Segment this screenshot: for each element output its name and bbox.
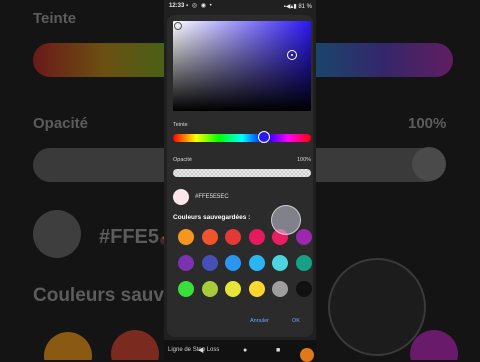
- navigation-bar: Ligne de Stop Loss ◀ ● ■: [164, 340, 316, 360]
- color-swatch[interactable]: [178, 255, 194, 271]
- color-preview: [173, 189, 189, 205]
- corner-marker: [174, 22, 182, 30]
- status-bar: 12:33 ▪ ◎ ◉ • ▪◀▴▮ 81 %: [164, 0, 316, 14]
- bottom-label: Ligne de Stop Loss: [168, 347, 220, 353]
- status-battery: ▪◀▴▮ 81 %: [283, 4, 312, 10]
- hue-label: Teinte: [173, 122, 188, 128]
- hue-slider[interactable]: [173, 134, 311, 142]
- status-time: 12:33: [169, 3, 185, 9]
- ok-button[interactable]: OK: [292, 318, 300, 324]
- saved-colors-title: Couleurs sauvegardées :: [173, 214, 251, 221]
- nav-home-icon[interactable]: ●: [243, 347, 247, 354]
- bg-opacity-value: 100%: [408, 115, 447, 132]
- hex-value[interactable]: #FFE5E5EC: [195, 194, 229, 200]
- color-swatch[interactable]: [296, 255, 312, 271]
- color-swatch[interactable]: [201, 255, 218, 271]
- color-swatch[interactable]: [248, 229, 265, 245]
- bg-touch-ring: [328, 258, 426, 356]
- color-swatch[interactable]: [178, 229, 194, 245]
- color-swatch[interactable]: [272, 281, 289, 297]
- color-swatch[interactable]: [248, 281, 265, 297]
- bg-opacity-knob: [412, 147, 446, 181]
- touch-indicator: [271, 205, 301, 235]
- opacity-label: Opacité: [173, 157, 192, 163]
- color-swatch[interactable]: [225, 255, 242, 271]
- nav-recents-icon[interactable]: ■: [276, 347, 280, 354]
- color-swatch[interactable]: [225, 281, 242, 297]
- color-swatch[interactable]: [272, 255, 289, 271]
- color-swatch[interactable]: [296, 229, 312, 245]
- nav-back-icon[interactable]: ◀: [198, 347, 203, 354]
- cancel-button[interactable]: Annuler: [250, 318, 269, 324]
- sv-cursor[interactable]: [287, 50, 297, 60]
- opacity-slider[interactable]: [173, 169, 311, 177]
- color-swatch[interactable]: [248, 255, 265, 271]
- opacity-value: 100%: [297, 157, 312, 163]
- hue-slider-knob[interactable]: [258, 131, 270, 143]
- color-swatch[interactable]: [225, 229, 242, 245]
- color-swatch[interactable]: [201, 229, 218, 245]
- saturation-value-area[interactable]: [173, 21, 311, 111]
- phone-screen: 12:33 ▪ ◎ ◉ • ▪◀▴▮ 81 % Teinte Opacité 1…: [164, 0, 316, 360]
- bg-swatch-red: [111, 330, 159, 360]
- bg-color-preview: [33, 210, 81, 258]
- color-picker-dialog: Teinte Opacité 100% #FFE5E5EC Couleurs s…: [167, 15, 313, 337]
- bg-saved-title: Couleurs sauv: [33, 285, 164, 306]
- color-swatch[interactable]: [178, 281, 194, 297]
- color-swatch[interactable]: [201, 281, 218, 297]
- notification-icons: ▪ ◎ ◉ •: [186, 3, 213, 9]
- bg-swatch-orange: [44, 332, 92, 360]
- bg-hue-label: Teinte: [33, 10, 77, 27]
- battery-level: 81 %: [298, 4, 312, 10]
- bg-hex-value: #FFE5: [99, 226, 160, 248]
- color-swatch[interactable]: [296, 281, 312, 297]
- bg-opacity-label: Opacité: [33, 115, 89, 132]
